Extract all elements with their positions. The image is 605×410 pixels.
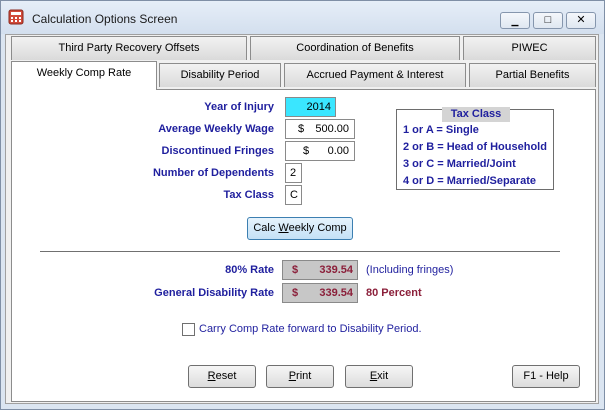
- currency-symbol: $: [292, 287, 299, 299]
- currency-symbol: $: [298, 123, 305, 135]
- currency-symbol: $: [303, 145, 310, 157]
- calculator-app-icon: [8, 9, 24, 25]
- reset-label: eset: [215, 370, 237, 382]
- tab-third-party-recovery-offsets[interactable]: Third Party Recovery Offsets: [11, 36, 247, 60]
- average-weekly-wage-input[interactable]: $ 500.00: [285, 119, 355, 139]
- tax-class-input[interactable]: C: [285, 185, 302, 205]
- general-disability-rate-label: General Disability Rate: [154, 287, 274, 299]
- weekly-comp-rate-panel: Year of Injury Average Weekly Wage Disco…: [11, 89, 596, 402]
- tax-class-value: C: [290, 189, 298, 201]
- close-button[interactable]: ✕: [566, 12, 596, 29]
- tax-class-legend-title: Tax Class: [442, 107, 510, 122]
- print-accesskey: P: [288, 370, 297, 382]
- tax-class-item: 1 or A = Single: [403, 124, 479, 136]
- tab-coordination-of-benefits[interactable]: Coordination of Benefits: [250, 36, 460, 60]
- rate-80-value: 339.54: [319, 264, 353, 276]
- section-divider: [40, 251, 560, 253]
- exit-label: xit: [377, 370, 389, 382]
- reset-accesskey: R: [207, 370, 216, 382]
- calculation-options-window: Calculation Options Screen ▁ □ ✕ Third P…: [0, 0, 605, 410]
- tab-disability-period[interactable]: Disability Period: [159, 63, 281, 87]
- carry-forward-label[interactable]: Carry Comp Rate forward to Disability Pe…: [199, 323, 422, 335]
- close-icon: ✕: [576, 14, 586, 26]
- discontinued-fringes-input[interactable]: $ 0.00: [285, 141, 355, 161]
- calc-button-label-post: eekly Comp: [288, 222, 347, 234]
- currency-symbol: $: [292, 264, 299, 276]
- maximize-button[interactable]: □: [533, 12, 563, 29]
- year-of-injury-label: Year of Injury: [204, 101, 274, 113]
- minimize-icon: ▁: [511, 16, 519, 26]
- average-weekly-wage-value: 500.00: [315, 123, 349, 135]
- tab-weekly-comp-rate[interactable]: Weekly Comp Rate: [11, 61, 157, 90]
- tab-accrued-payment-interest[interactable]: Accrued Payment & Interest: [284, 63, 466, 87]
- discontinued-fringes-value: 0.00: [327, 145, 349, 157]
- year-of-injury-value: 2014: [306, 101, 331, 113]
- general-disability-percent: 80 Percent: [366, 287, 422, 299]
- calc-button-accesskey: W: [278, 222, 289, 234]
- reset-button[interactable]: Reset: [188, 365, 256, 388]
- print-button[interactable]: Print: [266, 365, 334, 388]
- discontinued-fringes-label: Discontinued Fringes: [161, 145, 274, 157]
- number-of-dependents-label: Number of Dependents: [152, 167, 274, 179]
- general-disability-value: 339.54: [319, 287, 353, 299]
- calc-button-label-pre: Calc: [253, 222, 279, 234]
- number-of-dependents-input[interactable]: 2: [285, 163, 302, 183]
- tax-class-item: 4 or D = Married/Separate: [403, 175, 536, 187]
- window-title: Calculation Options Screen: [32, 12, 178, 26]
- help-button[interactable]: F1 - Help: [512, 365, 580, 388]
- calc-weekly-comp-button[interactable]: Calc Weekly Comp: [247, 217, 353, 240]
- maximize-icon: □: [544, 14, 552, 26]
- number-of-dependents-value: 2: [290, 167, 297, 179]
- tax-class-item: 3 or C = Married/Joint: [403, 158, 516, 170]
- title-bar[interactable]: Calculation Options Screen ▁ □ ✕: [1, 1, 604, 34]
- minimize-button[interactable]: ▁: [500, 12, 530, 29]
- carry-forward-checkbox[interactable]: [182, 323, 195, 336]
- exit-button[interactable]: Exit: [345, 365, 413, 388]
- year-of-injury-input[interactable]: 2014: [285, 97, 336, 117]
- print-label: rint: [296, 370, 312, 382]
- rate-80-label: 80% Rate: [225, 264, 274, 276]
- tab-piwec[interactable]: PIWEC: [463, 36, 596, 60]
- rate-80-value-field: $ 339.54: [282, 260, 358, 280]
- tax-class-item: 2 or B = Head of Household: [403, 141, 547, 153]
- average-weekly-wage-label: Average Weekly Wage: [158, 123, 274, 135]
- tab-partial-benefits[interactable]: Partial Benefits: [469, 63, 596, 87]
- rate-80-note: (Including fringes): [366, 264, 454, 276]
- tax-class-legend: Tax Class 1 or A = Single 2 or B = Head …: [396, 107, 554, 190]
- general-disability-value-field: $ 339.54: [282, 283, 358, 303]
- tax-class-label: Tax Class: [223, 189, 274, 201]
